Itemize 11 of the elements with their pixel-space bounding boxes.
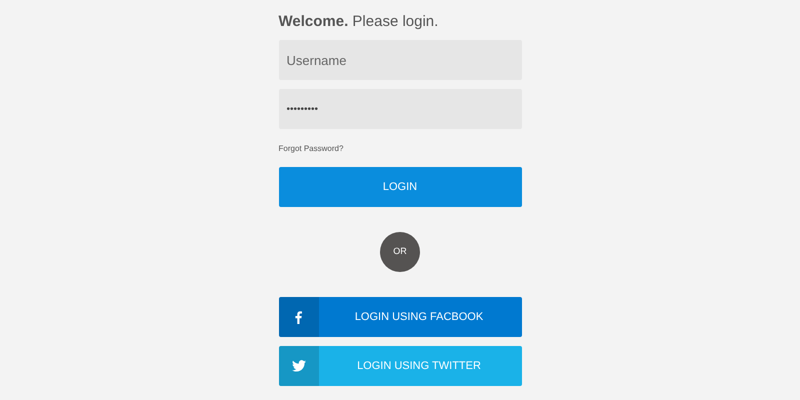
- bird-icon: [292, 360, 306, 372]
- welcome-heading: Welcome. Please login.: [278, 12, 440, 32]
- forgot-password-link[interactable]: Forgot Password?: [278, 143, 344, 155]
- twitter-login-button[interactable]: LOGIN USING TWITTER: [278, 346, 522, 386]
- username-field[interactable]: Username: [278, 40, 522, 80]
- facebook-icon: [295, 310, 302, 324]
- button-label: LOGIN USING TWITTER: [356, 358, 482, 374]
- button-label: LOGIN USING FACBOOK: [354, 310, 484, 325]
- login-button[interactable]: LOGIN: [278, 167, 522, 207]
- facebook-login-button[interactable]: LOGIN USING FACBOOK: [278, 297, 522, 337]
- password-field[interactable]: •••••••••: [278, 89, 522, 129]
